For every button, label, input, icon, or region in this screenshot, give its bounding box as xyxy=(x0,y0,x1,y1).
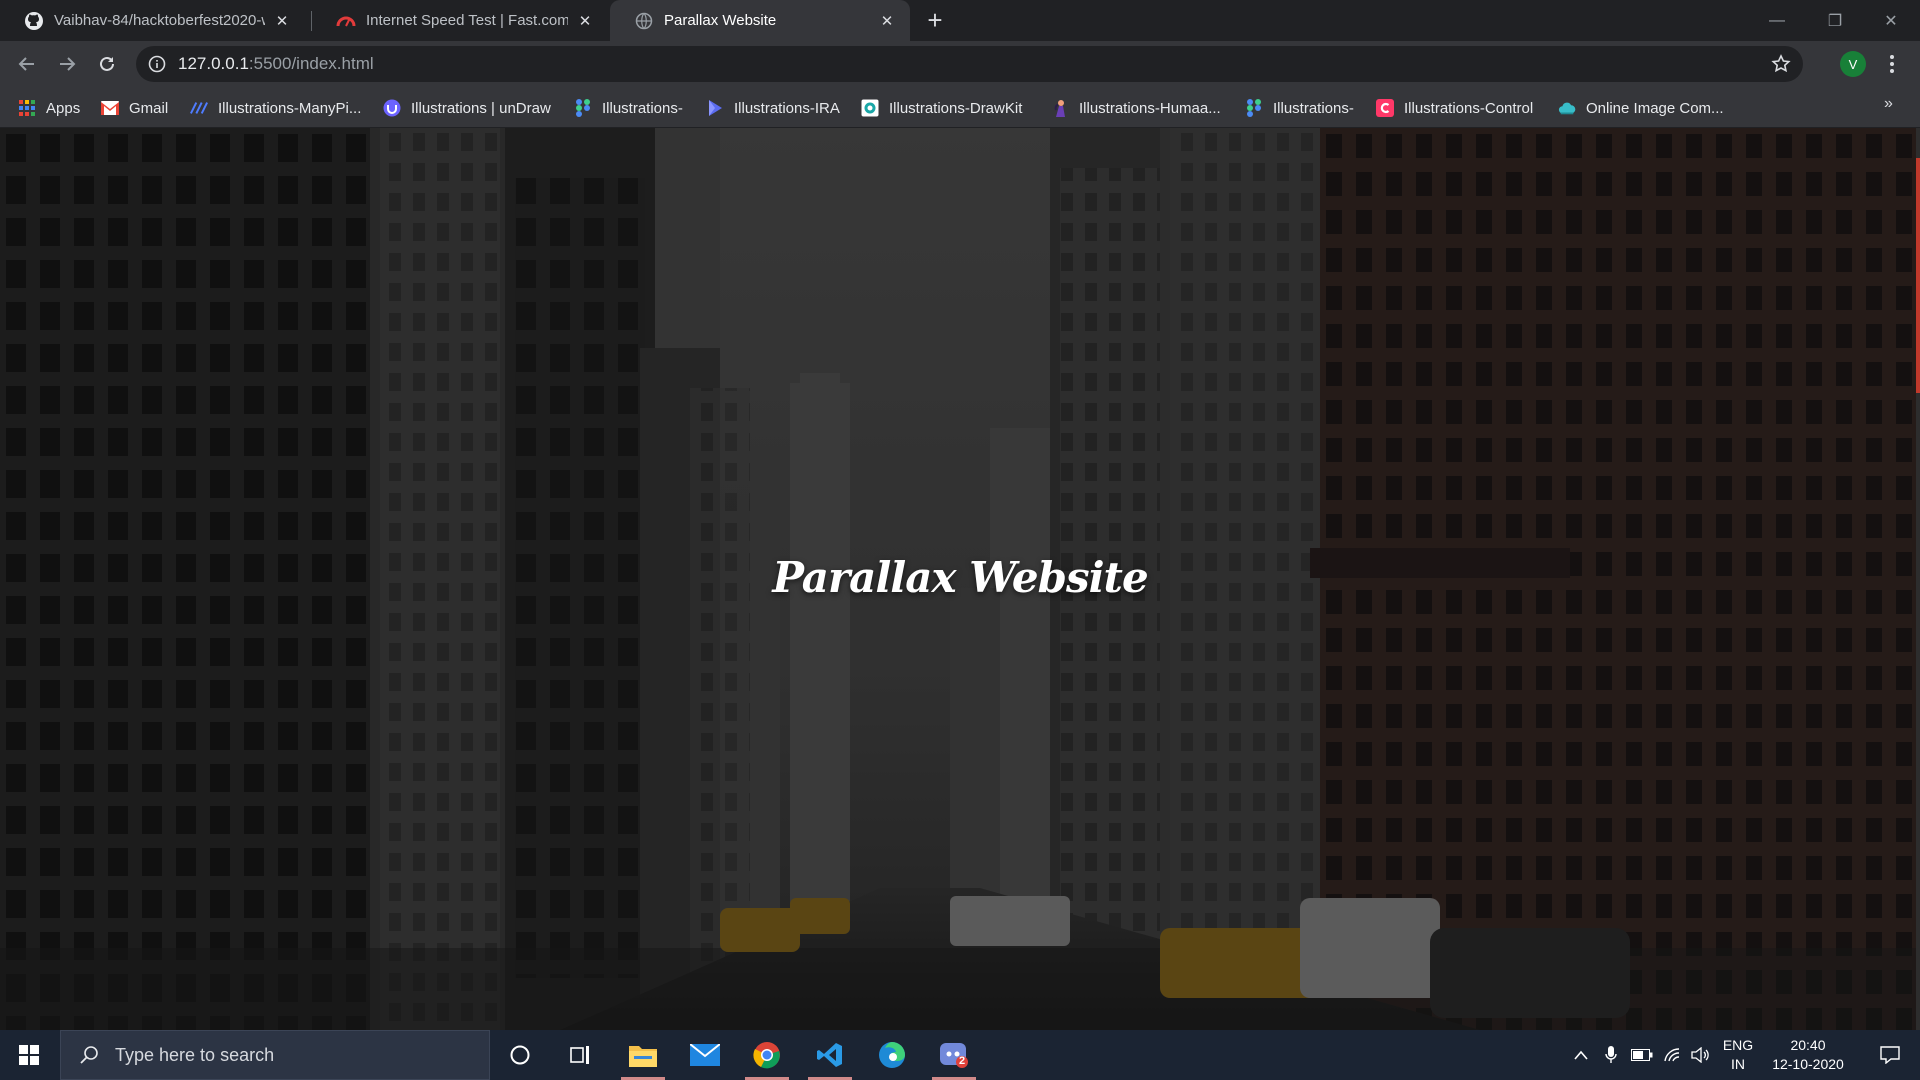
show-hidden-icons-icon[interactable] xyxy=(1568,1030,1594,1080)
discord-icon[interactable]: 2 xyxy=(926,1030,982,1080)
tab-github[interactable]: Vaibhav-84/hacktoberfest2020-w ✕ xyxy=(0,0,305,41)
search-icon xyxy=(77,1043,101,1067)
language-region: IN xyxy=(1731,1056,1745,1072)
bookmark-image-compressor[interactable]: Online Image Com... xyxy=(1558,97,1724,119)
battery-icon[interactable] xyxy=(1628,1030,1656,1080)
back-arrow-icon xyxy=(18,57,34,71)
url-text[interactable]: 127.0.0.1:5500/index.html xyxy=(178,54,374,74)
page-viewport: Parallax Website xyxy=(0,128,1920,1030)
address-bar[interactable]: 127.0.0.1:5500/index.html xyxy=(136,46,1803,82)
profile-avatar[interactable]: V xyxy=(1840,51,1866,77)
browser-toolbar: 127.0.0.1:5500/index.html V xyxy=(0,41,1920,87)
apps-grid-icon xyxy=(18,99,36,117)
figma-icon xyxy=(1245,99,1263,117)
volume-icon[interactable] xyxy=(1688,1030,1714,1080)
task-view-icon[interactable] xyxy=(552,1030,608,1080)
bookmark-illustrations-a[interactable]: Illustrations- xyxy=(574,97,683,119)
tab-title: Internet Speed Test | Fast.com xyxy=(366,12,568,29)
notification-center-icon[interactable] xyxy=(1868,1030,1912,1080)
clock-date: 12-10-2020 xyxy=(1772,1056,1844,1072)
system-clock[interactable]: 20:40 12-10-2020 xyxy=(1766,1036,1850,1074)
control-icon xyxy=(1376,99,1394,117)
hero-title: Parallax Website xyxy=(772,553,1148,602)
bookmark-label: Illustrations- xyxy=(1273,99,1354,117)
page-scrollbar[interactable] xyxy=(1916,128,1920,1030)
drawkit-icon xyxy=(861,99,879,117)
gmail-icon xyxy=(101,99,119,117)
vscode-icon[interactable] xyxy=(802,1030,858,1080)
bookmark-undraw[interactable]: Illustrations | unDraw xyxy=(383,97,551,119)
bookmark-label: Illustrations-ManyPi... xyxy=(218,99,362,117)
github-icon xyxy=(24,11,44,31)
bookmark-label: Online Image Com... xyxy=(1586,99,1724,117)
bookmark-label: Illustrations | unDraw xyxy=(411,99,551,117)
tab-parallax[interactable]: Parallax Website ✕ xyxy=(610,0,910,41)
taskbar-search-box[interactable]: Type here to search xyxy=(60,1030,490,1080)
windows-logo-icon xyxy=(19,1045,39,1065)
bookmark-label: Gmail xyxy=(129,99,169,117)
search-placeholder: Type here to search xyxy=(115,1044,275,1065)
undraw-icon xyxy=(383,99,401,117)
humaaans-icon xyxy=(1051,99,1069,117)
back-button[interactable] xyxy=(10,47,44,81)
discord-badge: 2 xyxy=(959,1055,966,1067)
bookmarks-bar: Apps Gmail Illustrations-ManyPi... Illus… xyxy=(0,87,1920,128)
close-window-button[interactable]: ✕ xyxy=(1862,0,1920,41)
fast-icon xyxy=(336,11,356,31)
file-explorer-icon[interactable] xyxy=(615,1030,671,1080)
chrome-icon[interactable] xyxy=(739,1030,795,1080)
figma-icon xyxy=(574,99,592,117)
clock-time: 20:40 xyxy=(1790,1037,1826,1053)
mail-icon[interactable] xyxy=(677,1030,733,1080)
bookmark-label: Illustrations- xyxy=(602,99,683,117)
url-host: 127.0.0.1 xyxy=(178,54,249,73)
bookmark-label: Apps xyxy=(46,99,81,117)
bookmark-star-icon[interactable] xyxy=(1769,52,1793,76)
bookmark-drawkit[interactable]: Illustrations-DrawKit xyxy=(861,97,1022,119)
language-indicator[interactable]: ENG IN xyxy=(1716,1036,1760,1074)
close-tab-icon[interactable]: ✕ xyxy=(576,12,594,30)
bookmark-label: Illustrations-DrawKit xyxy=(889,99,1023,117)
wifi-icon[interactable] xyxy=(1660,1030,1686,1080)
microphone-icon[interactable] xyxy=(1598,1030,1624,1080)
bookmarks-overflow-button[interactable]: » xyxy=(1884,95,1893,113)
url-path: :5500/index.html xyxy=(248,54,374,73)
site-info-icon[interactable] xyxy=(148,55,166,73)
scrollbar-thumb[interactable] xyxy=(1916,158,1920,393)
tab-fast[interactable]: Internet Speed Test | Fast.com ✕ xyxy=(312,0,608,41)
bookmark-control[interactable]: Illustrations-Control xyxy=(1376,97,1533,119)
new-tab-button[interactable]: + xyxy=(922,7,948,34)
bookmark-humaaans[interactable]: Illustrations-Humaa... xyxy=(1051,97,1221,119)
cloud-icon xyxy=(1558,99,1576,117)
bookmark-label: Illustrations-Humaa... xyxy=(1079,99,1221,117)
reload-icon xyxy=(100,56,114,71)
edge-icon[interactable] xyxy=(864,1030,920,1080)
cortana-icon[interactable] xyxy=(492,1030,548,1080)
bookmark-ira[interactable]: Illustrations-IRA xyxy=(706,97,840,119)
forward-arrow-icon xyxy=(60,57,76,71)
close-tab-icon[interactable]: ✕ xyxy=(273,12,291,30)
restore-button[interactable]: ❐ xyxy=(1806,0,1864,41)
minimize-button[interactable]: — xyxy=(1748,0,1806,41)
tab-title: Parallax Website xyxy=(664,12,777,29)
reload-button[interactable] xyxy=(90,47,124,81)
language-code: ENG xyxy=(1722,1037,1754,1053)
forward-button[interactable] xyxy=(50,47,84,81)
bookmark-gmail[interactable]: Gmail xyxy=(101,97,168,119)
start-button[interactable] xyxy=(0,1030,58,1080)
chrome-menu-icon[interactable] xyxy=(1882,50,1902,78)
ira-icon xyxy=(706,99,724,117)
globe-icon xyxy=(634,11,654,31)
bookmark-apps[interactable]: Apps xyxy=(18,97,80,119)
bookmark-label: Illustrations-IRA xyxy=(734,99,840,117)
windows-taskbar: Type here to search 2 ENG IN 20:40 12-10… xyxy=(0,1030,1920,1080)
bookmark-manypixels[interactable]: Illustrations-ManyPi... xyxy=(190,97,361,119)
manypixels-icon xyxy=(190,99,208,117)
bookmark-label: Illustrations-Control xyxy=(1404,99,1534,117)
tab-strip: Vaibhav-84/hacktoberfest2020-w ✕ Interne… xyxy=(0,0,1920,41)
bookmark-illustrations-b[interactable]: Illustrations- xyxy=(1245,97,1354,119)
tab-title: Vaibhav-84/hacktoberfest2020-w xyxy=(54,12,265,29)
close-tab-icon[interactable]: ✕ xyxy=(878,12,896,30)
